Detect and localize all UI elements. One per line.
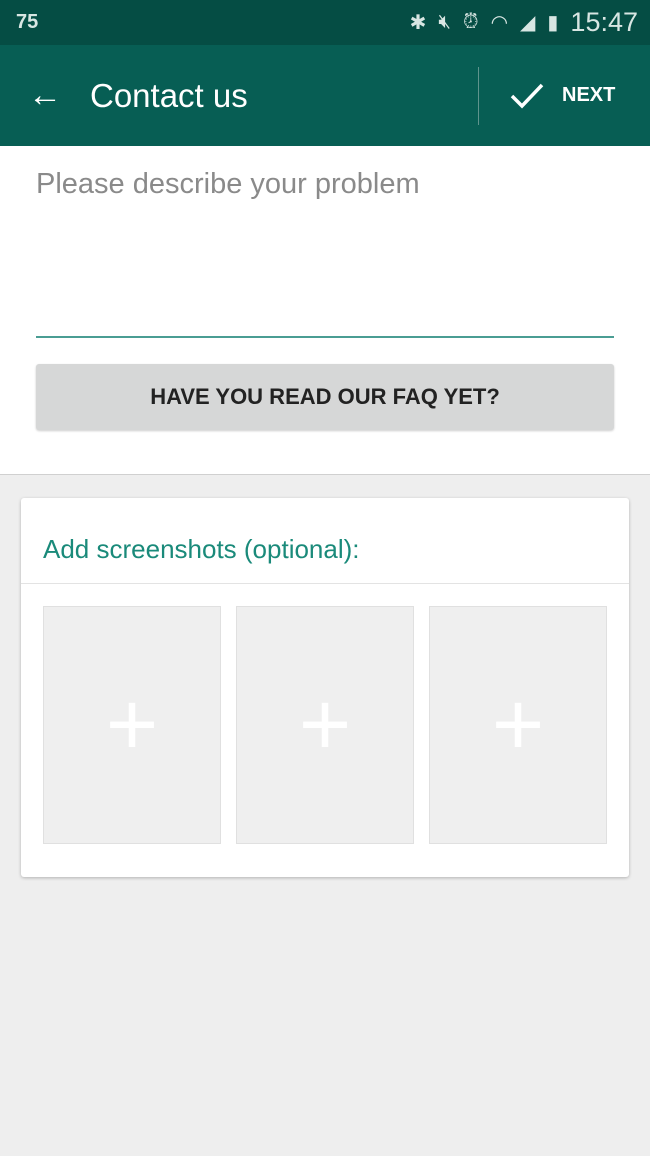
check-icon [510, 83, 544, 109]
toolbar: ← Contact us NEXT [0, 45, 650, 146]
screenshots-card: Add screenshots (optional): + + + [21, 498, 629, 877]
next-label: NEXT [562, 84, 616, 106]
add-screenshot-slot-3[interactable]: + [429, 606, 607, 844]
plus-icon: + [491, 675, 545, 775]
plus-icon: + [105, 675, 159, 775]
faq-button[interactable]: HAVE YOU READ OUR FAQ YET? [36, 364, 614, 430]
next-button[interactable]: NEXT [510, 45, 615, 146]
alarm-icon: ⏰︎ [462, 11, 479, 33]
wifi-icon: ◠ [490, 12, 509, 34]
bluetooth-icon: ✱ [409, 12, 427, 34]
add-screenshot-slot-1[interactable]: + [43, 606, 221, 844]
notification-number: 75 [16, 11, 39, 33]
clock: 15:47 [570, 7, 638, 37]
page-title: Contact us [90, 76, 248, 114]
divider [478, 67, 479, 125]
problem-card: HAVE YOU READ OUR FAQ YET? [0, 146, 650, 475]
screenshots-title: Add screenshots (optional): [21, 498, 629, 584]
add-screenshot-slot-2[interactable]: + [236, 606, 414, 844]
battery-icon: ▮ [547, 12, 559, 34]
back-arrow-icon[interactable]: ← [0, 76, 90, 115]
status-bar: 75 ✱ 🔇︎ ⏰︎ ◠ ◢ ▮ 15:47 [0, 0, 650, 45]
signal-icon: ◢ [520, 12, 536, 34]
vibrate-mute-icon: 🔇︎ [438, 11, 451, 33]
plus-icon: + [298, 675, 352, 775]
problem-input[interactable] [36, 168, 614, 338]
